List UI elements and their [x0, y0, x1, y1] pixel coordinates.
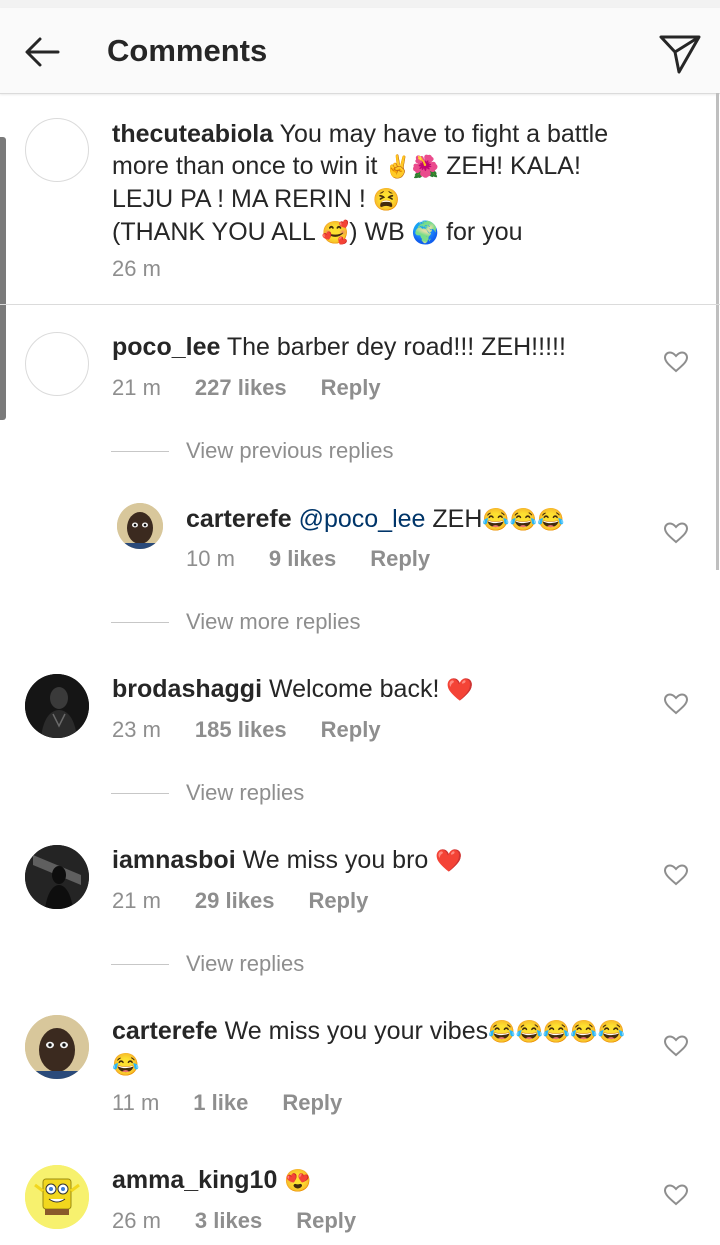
- like-count[interactable]: 185 likes: [195, 717, 287, 742]
- view-more-replies[interactable]: View more replies: [186, 607, 360, 637]
- avatar-photo: [25, 674, 89, 738]
- heart-outline-icon[interactable]: [663, 1182, 689, 1208]
- reply-button[interactable]: Reply: [370, 546, 430, 571]
- caption-line: LEJU PA ! MA RERIN !: [112, 185, 366, 213]
- tired-face-emoji-icon: 😫: [372, 187, 401, 212]
- comment-body: Welcome back!: [268, 675, 440, 703]
- caption-line: ) WB: [349, 218, 405, 246]
- caption-line: You may have to fight a battle: [279, 120, 609, 148]
- comment-meta: 21 m 29 likes Reply: [112, 886, 368, 916]
- heart-outline-icon[interactable]: [663, 691, 689, 717]
- comment-body: ZEH: [432, 505, 483, 533]
- comment-time: 21 m: [112, 888, 161, 913]
- comment-time: 23 m: [112, 717, 161, 742]
- comment-body: We miss you bro: [242, 846, 429, 874]
- heart-outline-icon[interactable]: [663, 349, 689, 375]
- avatar[interactable]: [25, 332, 89, 396]
- heart-eyes-emoji-icon: 😍: [284, 1168, 312, 1193]
- mention-link[interactable]: @poco_lee: [299, 505, 426, 533]
- reply-button[interactable]: Reply: [296, 1208, 356, 1233]
- reply-button[interactable]: Reply: [321, 717, 381, 742]
- comment-text: carterefe We miss you your vibes😂😂😂😂😂😂: [112, 1015, 652, 1081]
- comment-meta: 26 m 3 likes Reply: [112, 1206, 356, 1236]
- status-bar-strip: [0, 0, 720, 8]
- victory-hand-emoji-icon: ✌️: [384, 154, 412, 179]
- comment-time: 10 m: [186, 546, 235, 571]
- caption-line: (THANK YOU ALL: [112, 218, 315, 246]
- like-count[interactable]: 29 likes: [195, 888, 275, 913]
- comment-text: carterefe @poco_lee ZEH😂😂😂: [186, 503, 656, 536]
- avatar[interactable]: [117, 503, 163, 549]
- hibiscus-emoji-icon: 🌺: [411, 154, 440, 179]
- share-button[interactable]: [656, 30, 704, 78]
- caption-username[interactable]: thecuteabiola: [112, 120, 273, 148]
- view-replies[interactable]: View replies: [186, 949, 304, 979]
- post-caption: thecuteabiola You may have to fight a ba…: [0, 94, 720, 305]
- comment-username[interactable]: carterefe: [112, 1017, 218, 1045]
- reply-button[interactable]: Reply: [321, 375, 381, 400]
- avatar[interactable]: [25, 1015, 89, 1079]
- comment-body: The barber dey road!!! ZEH!!!!!: [226, 333, 566, 361]
- arrow-left-icon: [25, 37, 60, 67]
- comment-text: poco_lee The barber dey road!!! ZEH!!!!!: [112, 331, 652, 363]
- page-title: Comments: [107, 33, 268, 68]
- view-replies[interactable]: View replies: [186, 778, 304, 808]
- thread-line: [111, 451, 169, 452]
- caption-time: 26 m: [112, 256, 161, 281]
- comment-time: 26 m: [112, 1208, 161, 1233]
- avatar[interactable]: [25, 118, 89, 182]
- avatar-photo: [25, 1165, 89, 1229]
- comment-meta: 10 m 9 likes Reply: [186, 544, 430, 574]
- comment-text: amma_king10 😍: [112, 1164, 652, 1197]
- reply-button[interactable]: Reply: [308, 888, 368, 913]
- caption-line: ZEH! KALA!: [446, 152, 581, 180]
- comment-meta: 21 m 227 likes Reply: [112, 373, 381, 403]
- red-heart-emoji-icon: ❤️: [435, 848, 463, 873]
- heart-outline-icon[interactable]: [663, 520, 689, 546]
- globe-emoji-icon: 🌍: [411, 220, 440, 245]
- view-previous-replies[interactable]: View previous replies: [186, 436, 393, 466]
- comment-text: iamnasboi We miss you bro ❤️: [112, 844, 652, 877]
- heart-outline-icon[interactable]: [663, 1033, 689, 1059]
- comments-header: Comments: [0, 8, 720, 94]
- like-count[interactable]: 227 likes: [195, 375, 287, 400]
- comment-username[interactable]: iamnasboi: [112, 846, 236, 874]
- avatar[interactable]: [25, 674, 89, 738]
- heart-outline-icon[interactable]: [663, 862, 689, 888]
- thread-line: [111, 793, 169, 794]
- like-count[interactable]: 3 likes: [195, 1208, 262, 1233]
- comment-body: We miss you your vibes: [224, 1017, 489, 1045]
- avatar-photo: [25, 1015, 89, 1079]
- red-heart-emoji-icon: ❤️: [446, 677, 474, 702]
- like-count[interactable]: 9 likes: [269, 546, 336, 571]
- laughing-tears-emoji-icon: 😂😂😂: [482, 507, 565, 532]
- avatar-photo: [117, 503, 163, 549]
- paper-plane-icon: [659, 35, 701, 74]
- back-button[interactable]: [20, 30, 64, 74]
- comment-meta: 11 m 1 like Reply: [112, 1088, 342, 1118]
- comment-username[interactable]: poco_lee: [112, 333, 220, 361]
- caption-line: more than once to win it: [112, 152, 378, 180]
- comment-meta: 23 m 185 likes Reply: [112, 715, 381, 745]
- avatar[interactable]: [25, 845, 89, 909]
- avatar[interactable]: [25, 1165, 89, 1229]
- caption-line: for you: [446, 218, 523, 246]
- reply-button[interactable]: Reply: [282, 1090, 342, 1115]
- comment-time: 11 m: [112, 1090, 160, 1115]
- like-count[interactable]: 1 like: [193, 1090, 248, 1115]
- thread-line: [111, 964, 169, 965]
- comment-username[interactable]: brodashaggi: [112, 675, 262, 703]
- smiling-hearts-emoji-icon: 🥰: [321, 220, 350, 245]
- comment-time: 21 m: [112, 375, 161, 400]
- comment-username[interactable]: amma_king10: [112, 1166, 277, 1194]
- comment-username[interactable]: carterefe: [186, 505, 292, 533]
- thread-line: [111, 622, 169, 623]
- caption-text: thecuteabiola You may have to fight a ba…: [112, 118, 692, 249]
- avatar-photo: [25, 845, 89, 909]
- comment-text: brodashaggi Welcome back! ❤️: [112, 673, 652, 706]
